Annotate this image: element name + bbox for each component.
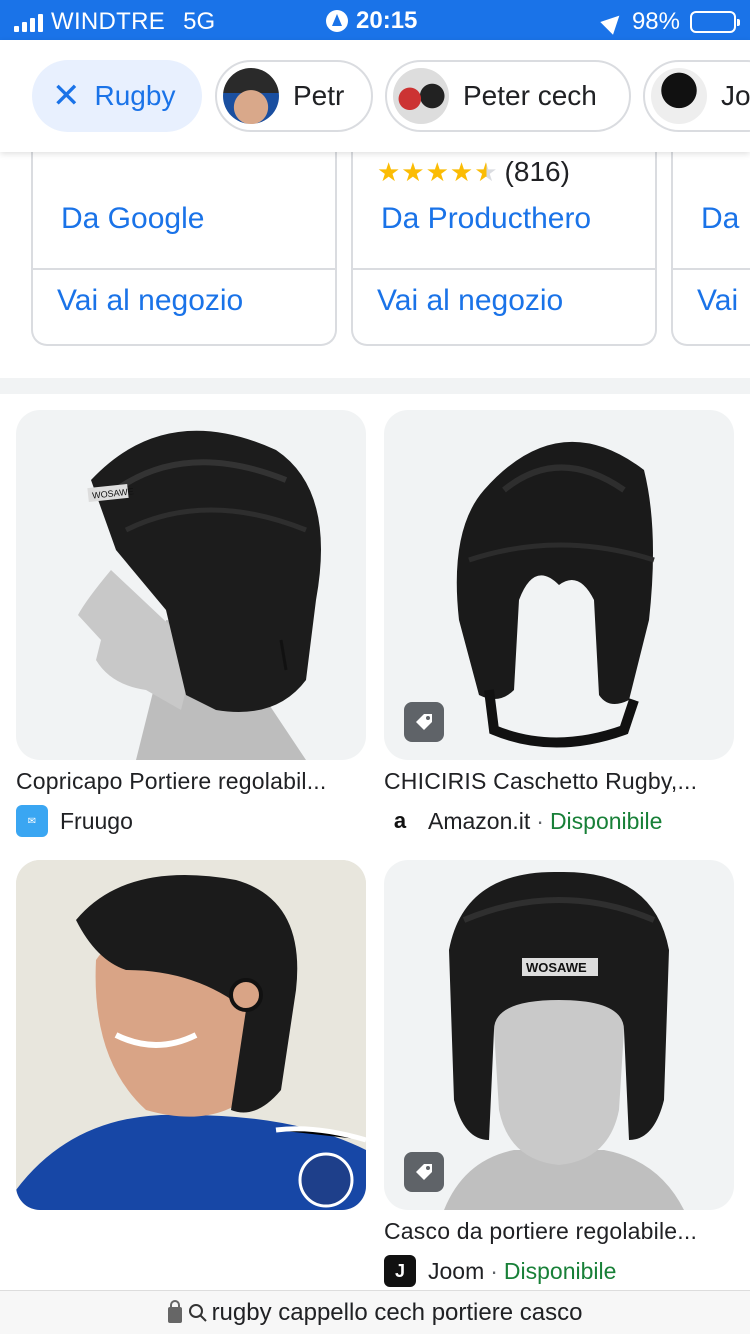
chip-label: Jo <box>721 80 750 111</box>
divider <box>33 268 335 270</box>
chip-label: Rugby <box>94 80 176 111</box>
seller-row: ✉ Fruugo <box>16 805 366 837</box>
amazon-logo-icon: a <box>384 805 416 837</box>
section-separator <box>0 378 750 394</box>
battery-icon <box>690 11 740 33</box>
chip-peter-cech[interactable]: Peter cech <box>385 60 631 132</box>
availability-status: Disponibile <box>503 1257 617 1284</box>
player-wearing-helmet-image <box>16 860 366 1210</box>
rating: ★★★★★ (816) <box>377 156 570 188</box>
url-text[interactable]: rugby cappello cech portiere casco <box>212 1299 583 1327</box>
chip-jo[interactable]: Jo <box>643 60 750 132</box>
product-tile[interactable] <box>16 860 366 1218</box>
seller-name: Amazon.it <box>428 807 531 834</box>
shopping-card[interactable]: ★★★★★ (816) Da Producthero Vai al negozi… <box>351 152 657 346</box>
avatar <box>393 68 449 124</box>
svg-text:WOSAWE: WOSAWE <box>526 960 587 975</box>
url-bar[interactable]: rugby cappello cech portiere casco <box>0 1290 750 1334</box>
location-icon <box>326 10 348 32</box>
chip-petr[interactable]: Petr <box>215 60 373 132</box>
shopping-card[interactable]: Da Vai <box>671 152 750 346</box>
divider <box>353 268 655 270</box>
clock: 20:15 <box>356 7 418 34</box>
card-source[interactable]: Da Producthero <box>381 202 591 236</box>
seller-name: Joom <box>428 1257 485 1284</box>
separator-dot: · <box>536 807 544 834</box>
review-count: (816) <box>504 156 570 187</box>
product-tile[interactable]: WOSAWE Copricapo Portiere regolabil... ✉… <box>16 410 366 837</box>
lock-icon <box>167 1299 182 1323</box>
location-arrow-icon <box>600 9 626 35</box>
shopping-cards-row: Da Google Vai al negozio ★★★★★ (816) Da … <box>0 152 750 348</box>
seller-row: J Joom · Disponibile <box>384 1255 734 1287</box>
product-tile[interactable]: CHICIRIS Caschetto Rugby,... a Amazon.it… <box>384 410 734 837</box>
chip-rugby[interactable]: ✕ Rugby <box>32 60 202 132</box>
chip-label: Peter cech <box>463 80 597 111</box>
chip-label: Petr <box>293 80 345 111</box>
product-title[interactable]: Copricapo Portiere regolabil... <box>16 768 366 795</box>
card-source[interactable]: Da <box>701 202 739 236</box>
product-title[interactable]: Casco da portiere regolabile... <box>384 1218 734 1245</box>
joom-logo-icon: J <box>384 1255 416 1287</box>
product-image[interactable] <box>384 410 734 760</box>
card-source[interactable]: Da Google <box>61 202 204 236</box>
product-tile[interactable]: WOSAWE Casco da portiere regolabile... J… <box>384 860 734 1287</box>
helmet-on-mannequin-image: WOSAWE <box>78 430 321 760</box>
visit-shop-link[interactable]: Vai <box>697 284 738 318</box>
network-label: 5G <box>183 8 216 35</box>
filter-chips-bar: ✕ Rugby Petr Peter cech Jo <box>0 40 750 152</box>
price-tag-icon <box>404 1152 444 1192</box>
star-rating-icon: ★★★★★ <box>377 156 499 187</box>
status-bar: WINDTRE 5G 20:15 98% <box>0 0 750 40</box>
visit-shop-link[interactable]: Vai al negozio <box>377 284 563 318</box>
product-image[interactable] <box>16 860 366 1210</box>
availability-status: Disponibile <box>549 807 663 834</box>
search-icon <box>188 1303 207 1322</box>
product-image[interactable]: WOSAWE <box>384 860 734 1210</box>
product-title[interactable]: CHICIRIS Caschetto Rugby,... <box>384 768 734 795</box>
avatar <box>223 68 279 124</box>
seller-name: Fruugo <box>60 807 133 834</box>
avatar <box>651 68 707 124</box>
battery-percent: 98% <box>631 8 680 35</box>
visit-shop-link[interactable]: Vai al negozio <box>57 284 243 318</box>
separator-dot: · <box>490 1257 498 1284</box>
shopping-card[interactable]: Da Google Vai al negozio <box>31 152 337 346</box>
close-icon[interactable]: ✕ <box>52 79 81 113</box>
seller-row: a Amazon.it · Disponibile <box>384 805 734 837</box>
price-tag-icon <box>404 702 444 742</box>
carrier-label: WINDTRE <box>51 8 166 35</box>
fruugo-logo-icon: ✉ <box>16 805 48 837</box>
product-image[interactable]: WOSAWE <box>16 410 366 760</box>
signal-icon <box>14 12 43 32</box>
divider <box>673 268 750 270</box>
